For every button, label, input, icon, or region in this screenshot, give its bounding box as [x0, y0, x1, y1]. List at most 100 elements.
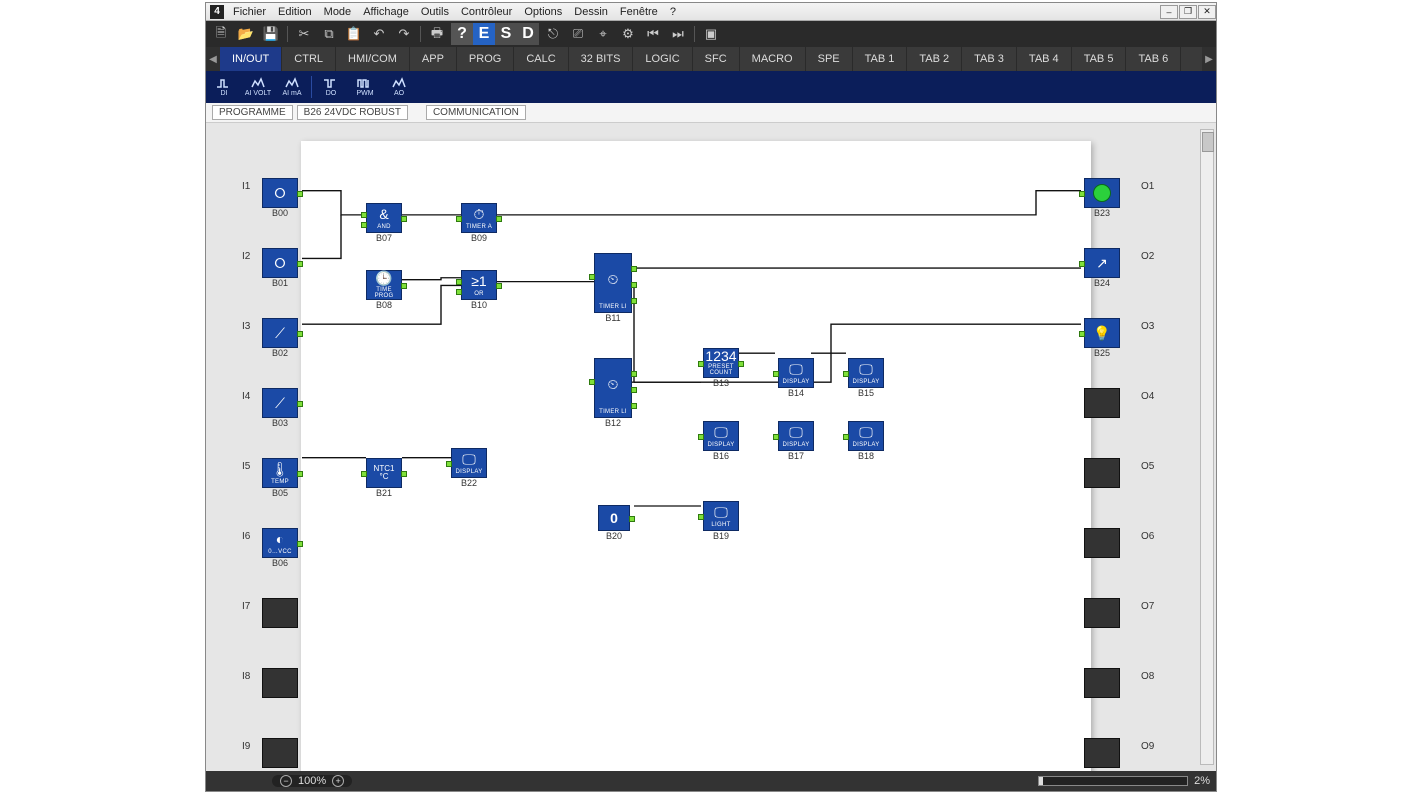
io-aivolt-button[interactable]: AI VOLT — [243, 73, 273, 101]
copy-icon[interactable]: ⧉ — [318, 24, 340, 44]
tool-b-icon[interactable]: ⎚ — [567, 24, 589, 44]
block-b21[interactable]: NTC1°CB21 — [366, 458, 402, 488]
tab-32bits[interactable]: 32 BITS — [569, 47, 634, 71]
tool-e-icon[interactable]: ▣ — [700, 24, 722, 44]
tab-hmi-com[interactable]: HMI/COM — [336, 47, 410, 71]
block-b25[interactable]: 💡B25 — [1084, 318, 1120, 348]
menu-fenetre[interactable]: Fenêtre — [615, 6, 663, 18]
block-b08[interactable]: 🕒TIME PROGB08 — [366, 270, 402, 300]
tab-prog[interactable]: PROG — [457, 47, 514, 71]
block-i8-empty[interactable] — [262, 668, 298, 698]
block-b17[interactable]: 🖵DISPLAYB17 — [778, 421, 814, 451]
help-mode-button[interactable]: ? — [451, 23, 473, 45]
tab-app[interactable]: APP — [410, 47, 457, 71]
tab-sfc[interactable]: SFC — [693, 47, 740, 71]
block-b00[interactable]: ⭘B00 — [262, 178, 298, 208]
block-b15[interactable]: 🖵DISPLAYB15 — [848, 358, 884, 388]
cut-icon[interactable]: ✂ — [293, 24, 315, 44]
block-b01[interactable]: ⭘B01 — [262, 248, 298, 278]
block-b13[interactable]: 1234PRESET COUNTB13 — [703, 348, 739, 378]
restore-button[interactable]: ❐ — [1179, 5, 1197, 19]
tab-logic[interactable]: LOGIC — [633, 47, 692, 71]
block-o4-empty[interactable] — [1084, 388, 1120, 418]
block-b02[interactable]: ⟋B02 — [262, 318, 298, 348]
io-di-button[interactable]: DI — [209, 73, 239, 101]
tool-d-icon[interactable]: ⚙ — [617, 24, 639, 44]
block-b05[interactable]: 🌡TEMPB05 — [262, 458, 298, 488]
block-i9-empty[interactable] — [262, 738, 298, 768]
tool-a-icon[interactable]: ⎋ — [542, 24, 564, 44]
block-o9-empty[interactable] — [1084, 738, 1120, 768]
zoom-in-button[interactable]: + — [332, 775, 344, 787]
new-file-icon[interactable]: 🗎 — [210, 24, 232, 44]
block-b23[interactable]: B23 — [1084, 178, 1120, 208]
tab-calc[interactable]: CALC — [514, 47, 568, 71]
block-o5-empty[interactable] — [1084, 458, 1120, 488]
print-icon[interactable]: 🖶 — [426, 24, 448, 44]
tabs-scroll-right[interactable]: ▶ — [1202, 47, 1216, 71]
bc-communication[interactable]: COMMUNICATION — [426, 105, 526, 120]
menu-controleur[interactable]: Contrôleur — [456, 6, 517, 18]
io-do-button[interactable]: DO — [316, 73, 346, 101]
block-b18[interactable]: 🖵DISPLAYB18 — [848, 421, 884, 451]
bc-programme[interactable]: PROGRAMME — [212, 105, 293, 120]
block-o6-empty[interactable] — [1084, 528, 1120, 558]
tabs-scroll-left[interactable]: ◀ — [206, 47, 220, 71]
redo-icon[interactable]: ↷ — [393, 24, 415, 44]
tab-in-out[interactable]: IN/OUT — [220, 47, 282, 71]
paste-icon[interactable]: 📋 — [343, 24, 365, 44]
tab-macro[interactable]: MACRO — [740, 47, 806, 71]
open-file-icon[interactable]: 📂 — [235, 24, 257, 44]
menu-fichier[interactable]: Fichier — [228, 6, 271, 18]
block-b07[interactable]: &ANDB07 — [366, 203, 402, 233]
menu-mode[interactable]: Mode — [319, 6, 357, 18]
block-i7-empty[interactable] — [262, 598, 298, 628]
block-b10[interactable]: ≥1ORB10 — [461, 270, 497, 300]
block-b03[interactable]: ⟋B03 — [262, 388, 298, 418]
block-b16[interactable]: 🖵DISPLAYB16 — [703, 421, 739, 451]
tab-3[interactable]: TAB 3 — [962, 47, 1017, 71]
block-b09[interactable]: ⏱TIMER AB09 — [461, 203, 497, 233]
save-icon[interactable]: 💾 — [260, 24, 282, 44]
block-b20[interactable]: 0B20 — [598, 505, 630, 531]
menu-outils[interactable]: Outils — [416, 6, 454, 18]
minimize-button[interactable]: – — [1160, 5, 1178, 19]
block-b12[interactable]: ⏲TIMER LIB12 — [594, 358, 632, 418]
tab-1[interactable]: TAB 1 — [853, 47, 908, 71]
zoom-out-button[interactable]: − — [280, 775, 292, 787]
menu-dessin[interactable]: Dessin — [569, 6, 613, 18]
bc-device[interactable]: B26 24VDC ROBUST — [297, 105, 408, 120]
block-o7-empty[interactable] — [1084, 598, 1120, 628]
block-b24[interactable]: ↗B24 — [1084, 248, 1120, 278]
io-ao-button[interactable]: AO — [384, 73, 414, 101]
menu-options[interactable]: Options — [519, 6, 567, 18]
tab-5[interactable]: TAB 5 — [1072, 47, 1127, 71]
undo-icon[interactable]: ↶ — [368, 24, 390, 44]
block-o8-empty[interactable] — [1084, 668, 1120, 698]
debug-mode-button[interactable]: D — [517, 23, 539, 45]
zoom-control: − 100% + — [272, 775, 352, 787]
sim-mode-button[interactable]: S — [495, 23, 517, 45]
skip-end-icon[interactable]: ⏭ — [667, 24, 689, 44]
menu-edition[interactable]: Edition — [273, 6, 317, 18]
tool-c-icon[interactable]: ⌖ — [592, 24, 614, 44]
tab-6[interactable]: TAB 6 — [1126, 47, 1181, 71]
menu-help[interactable]: ? — [665, 6, 681, 18]
tab-ctrl[interactable]: CTRL — [282, 47, 336, 71]
io-pwm-button[interactable]: PWM — [350, 73, 380, 101]
skip-start-icon[interactable]: ⏮ — [642, 24, 664, 44]
tab-2[interactable]: TAB 2 — [907, 47, 962, 71]
diagram-canvas[interactable]: I1 I2 I3 I4 I5 I6 I7 I8 I9 O1 O2 O3 O4 O… — [206, 123, 1216, 771]
canvas-vertical-scrollbar[interactable] — [1200, 129, 1214, 765]
tab-4[interactable]: TAB 4 — [1017, 47, 1072, 71]
block-b22[interactable]: 🖵DISPLAYB22 — [451, 448, 487, 478]
block-b19[interactable]: 🖵LIGHTB19 — [703, 501, 739, 531]
edit-mode-button[interactable]: E — [473, 23, 495, 45]
block-b14[interactable]: 🖵DISPLAYB14 — [778, 358, 814, 388]
block-b06[interactable]: ◐0…VCCB06 — [262, 528, 298, 558]
menu-affichage[interactable]: Affichage — [358, 6, 414, 18]
io-aima-button[interactable]: AI mA — [277, 73, 307, 101]
block-b11[interactable]: ⏲TIMER LIB11 — [594, 253, 632, 313]
tab-spe[interactable]: SPE — [806, 47, 853, 71]
close-button[interactable]: ✕ — [1198, 5, 1216, 19]
